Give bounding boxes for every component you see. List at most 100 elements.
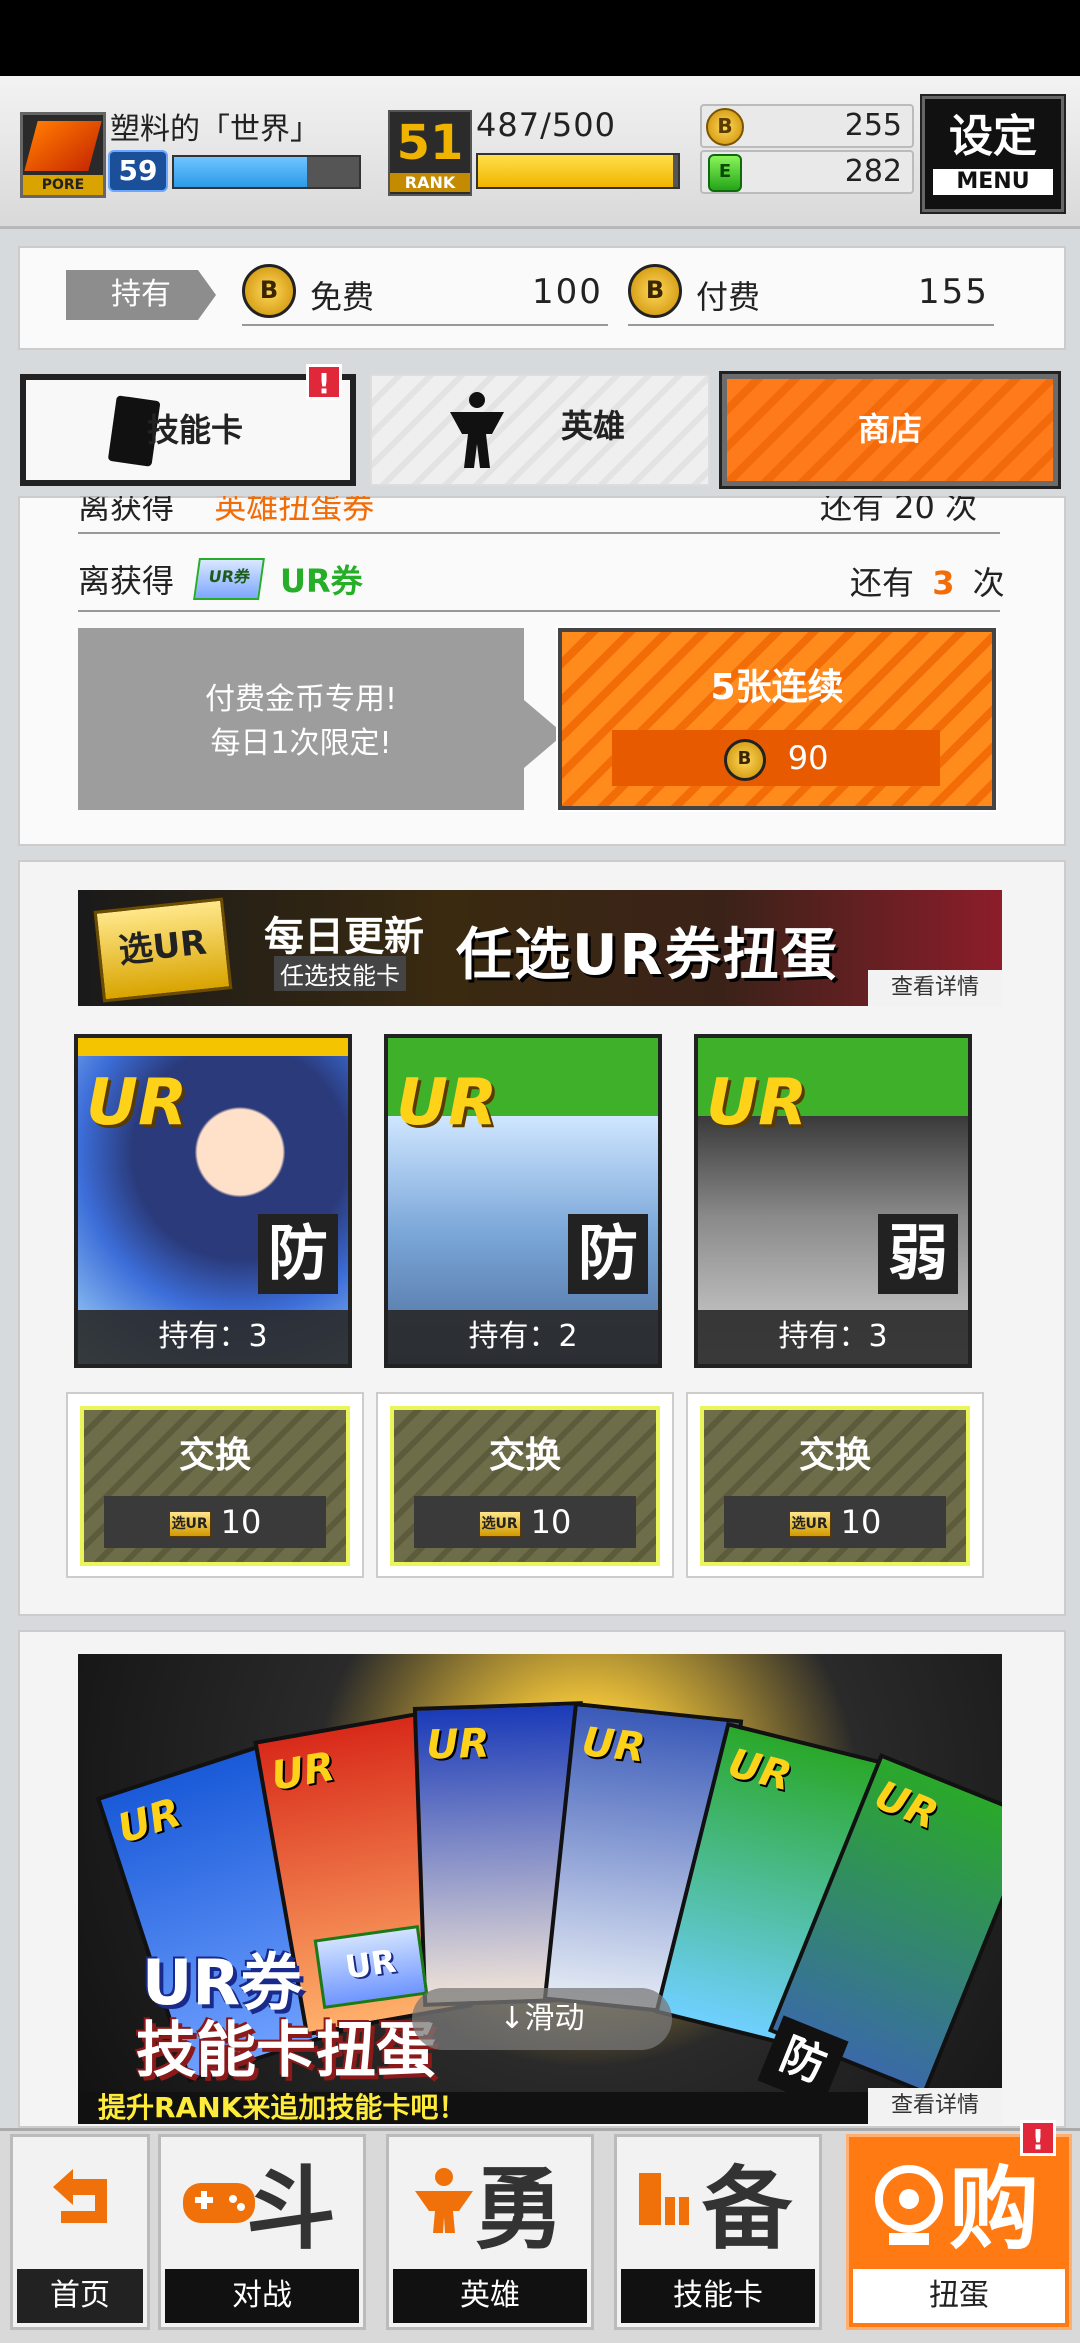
gacha-glyph: 购 [949, 2157, 1039, 2262]
row-prefix: 离获得 [78, 488, 175, 526]
ur-ticket-icon: UR券 [193, 558, 265, 600]
nav-home-label: 首页 [17, 2269, 143, 2323]
nav-gacha[interactable]: 购 扭蛋 [846, 2134, 1072, 2330]
hold-tag: 持有 [66, 270, 216, 320]
divider [78, 532, 1000, 534]
settings-menu-button[interactable]: 设定 MENU [920, 94, 1066, 214]
back-arrow-icon [53, 2169, 107, 2223]
exchange-button-2[interactable]: 交换 选UR 10 [376, 1392, 674, 1578]
free-coin-value: 100 [532, 272, 603, 312]
player-avatar[interactable]: PORE [20, 112, 106, 198]
fan-card-rarity: UR [425, 1720, 491, 1769]
fan-card-rarity: UR [579, 1719, 648, 1772]
pull-cost-value: 90 [787, 739, 829, 777]
xp-bar [172, 155, 361, 189]
paid-coin-label: 付费 [696, 278, 761, 316]
menu-label: MENU [933, 169, 1053, 195]
card-owned: 持有：3 [698, 1310, 968, 1364]
ur-card-2[interactable]: UR 防 持有：2 [384, 1034, 662, 1368]
ur-select-banner[interactable]: 选UR 每日更新 任选技能卡 任选UR券扭蛋 查看详情 [78, 890, 1002, 1006]
exchange-cost-value: 10 [220, 1503, 262, 1541]
free-coin-icon: B [242, 264, 296, 318]
avatar-tag: PORE [23, 175, 103, 195]
exchange-button-1[interactable]: 交换 选UR 10 [66, 1392, 364, 1578]
nav-gacha-label: 扭蛋 [853, 2269, 1065, 2323]
rank-badge: 51 RANK [388, 110, 472, 196]
banner-daily-update: 每日更新 [264, 914, 424, 960]
free-coin-label: 免费 [310, 278, 375, 316]
nav-skill-card-label: 技能卡 [621, 2269, 815, 2323]
card-owned: 持有：2 [388, 1310, 658, 1364]
limit-notice: 付费金币专用! 每日1次限定! [78, 628, 524, 810]
bonus-row-item: UR券 [280, 562, 363, 600]
divider [628, 324, 994, 326]
exchange-cost: 选UR 10 [724, 1496, 946, 1548]
hero-glyph: 勇 [474, 2157, 564, 2262]
gold-coin-counter[interactable]: B 255 [700, 104, 914, 148]
skill-glyph: 备 [702, 2157, 792, 2262]
fan-card-rarity: UR [723, 1740, 796, 1801]
avatar-emblem-icon [24, 121, 102, 171]
level-badge: 59 [108, 150, 168, 192]
view-details-button[interactable]: 查看详情 [868, 970, 1002, 1006]
ur-card-3[interactable]: UR 弱 持有：3 [694, 1034, 972, 1368]
rank-label: RANK [390, 173, 470, 192]
pull-5-button[interactable]: 5张连续 B 90 [556, 626, 998, 812]
nav-hero-label: 英雄 [393, 2269, 587, 2323]
banner-select-skill: 任选技能卡 [274, 956, 406, 991]
notice-line-2: 每日1次限定! [210, 726, 392, 761]
bonus-row-hero-ticket: 离获得 英雄扭蛋券 [78, 488, 375, 528]
banner-main-title: 任选UR券扭蛋 [456, 923, 839, 988]
bonus-row-remaining: 还有 3 次 [850, 558, 1005, 604]
row-item: 英雄扭蛋券 [214, 488, 375, 526]
gold-coin-icon: B [706, 108, 744, 146]
skill-card-gacha-banner[interactable]: UR UR UR UR UR UR 防 UR券 UR 技能卡扭蛋 提升RANK来… [78, 1654, 1002, 2124]
nav-hero[interactable]: 勇 英雄 [386, 2134, 594, 2330]
remaining-suffix: 次 [972, 564, 1005, 602]
stamina-bar [476, 153, 680, 189]
ur-ticket-icon: 选UR [478, 1511, 521, 1537]
green-gem-icon: E [708, 154, 742, 192]
coin-icon: B [723, 739, 766, 781]
nav-skill-card[interactable]: 备 技能卡 [614, 2134, 822, 2330]
tab-skill-card-label: 技能卡 [146, 411, 243, 449]
remaining-prefix: 还有 [850, 564, 915, 602]
exchange-cost: 选UR 10 [104, 1496, 326, 1548]
ur-card-1[interactable]: UR 防 持有：3 [74, 1034, 352, 1368]
banner-subtitle: 提升RANK来追加技能卡吧！ [98, 2091, 467, 2124]
gem-counter[interactable]: E 282 [700, 150, 914, 194]
player-name: 塑料的「世界」 [110, 112, 320, 147]
ur-ticket-icon: UR [313, 1924, 429, 2010]
exchange-label: 交换 [488, 1435, 561, 1476]
bonus-row-prefix: 离获得 [78, 562, 175, 600]
gold-coin-value: 255 [844, 108, 902, 143]
xp-bar-fill [174, 157, 308, 187]
tab-hero[interactable]: 英雄 [370, 374, 710, 486]
exchange-cost: 选UR 10 [414, 1496, 636, 1548]
tab-shop-label: 商店 [857, 410, 922, 448]
exchange-panel: 交换 选UR 10 [700, 1406, 970, 1566]
settings-label: 设定 [949, 111, 1037, 162]
fan-card-rarity: UR [267, 1743, 339, 1801]
nav-battle-label: 对战 [165, 2269, 359, 2323]
alert-badge-icon: ! [1020, 2120, 1056, 2156]
exchange-button-3[interactable]: 交换 选UR 10 [686, 1392, 984, 1578]
nav-battle[interactable]: 斗 对战 [158, 2134, 366, 2330]
notice-line-1: 付费金币专用! [204, 682, 398, 717]
pull-label: 5张连续 [710, 667, 844, 708]
ur-ticket-icon: 选UR [168, 1511, 211, 1537]
nav-home[interactable]: 首页 [10, 2134, 150, 2330]
alert-badge-icon: ! [306, 364, 342, 400]
exchange-label: 交换 [798, 1435, 871, 1476]
exchange-label: 交换 [178, 1435, 251, 1476]
stamina-bar-fill [478, 155, 673, 187]
card-type: 弱 [878, 1214, 958, 1294]
battle-glyph: 斗 [246, 2157, 336, 2262]
view-details-button[interactable]: 查看详情 [868, 2088, 1002, 2124]
tab-shop[interactable]: 商店 [719, 371, 1061, 489]
card-type: 防 [258, 1214, 338, 1294]
row-remaining: 还有 20 次 [820, 488, 978, 526]
scroll-hint: ↓滑动 [412, 1988, 672, 2050]
rank-value: 51 [396, 115, 464, 171]
paid-coin-icon: B [628, 264, 682, 318]
